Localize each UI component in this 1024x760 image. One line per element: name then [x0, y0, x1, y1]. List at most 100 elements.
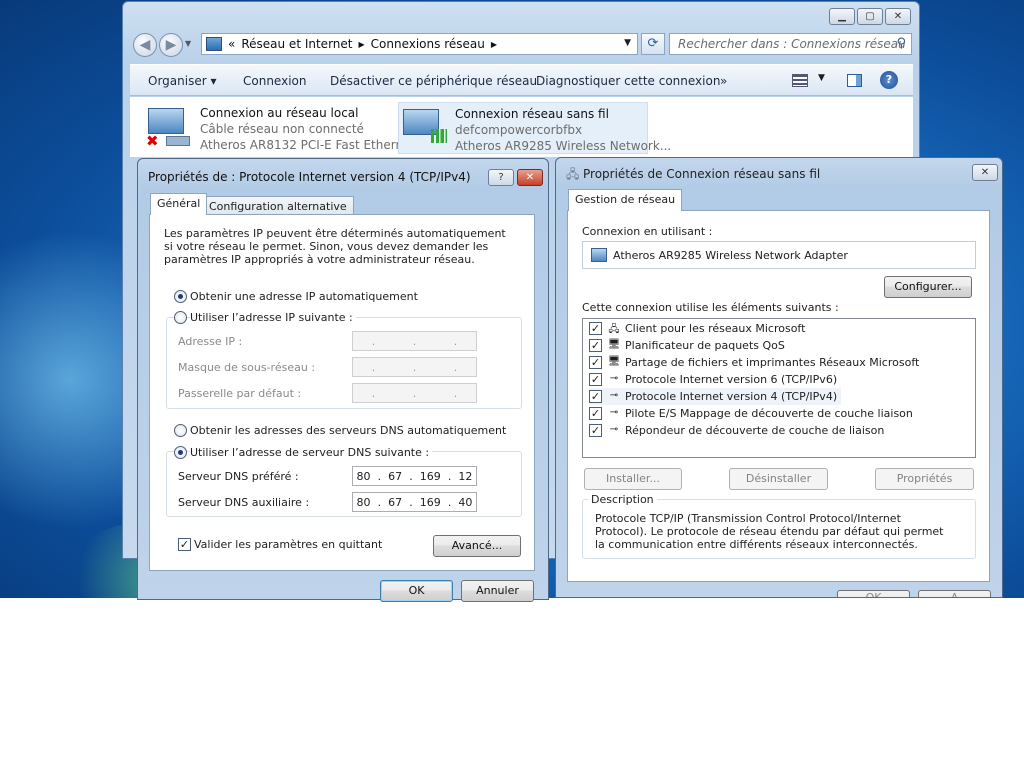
- network-dialog-icon: 🖧: [566, 167, 580, 181]
- connect-using-label: Connexion en utilisant :: [582, 225, 713, 238]
- breadcrumb-lead[interactable]: «: [228, 37, 235, 51]
- help-icon[interactable]: ?: [488, 169, 514, 186]
- validate-on-exit-checkbox[interactable]: ✓: [178, 538, 191, 551]
- tab-alternate-config[interactable]: Configuration alternative: [202, 196, 354, 216]
- tab-network-management[interactable]: Gestion de réseau: [568, 189, 683, 211]
- component-checkbox[interactable]: ✓: [589, 373, 602, 386]
- address-dropdown-icon[interactable]: ▼: [624, 38, 631, 48]
- close-icon[interactable]: ✕: [517, 169, 543, 186]
- connection-adapter: Atheros AR8132 PCI-E Fast Ethern...: [200, 138, 415, 152]
- properties-button[interactable]: Propriétés: [875, 468, 974, 490]
- connection-item-lan[interactable]: ✖ Connexion au réseau local Câble réseau…: [144, 102, 415, 154]
- connect-button[interactable]: Connexion: [243, 74, 307, 88]
- list-item[interactable]: ✓ 🖥 Planificateur de paquets QoS: [589, 337, 785, 354]
- refresh-icon[interactable]: ⟳: [641, 33, 665, 55]
- breadcrumb-item[interactable]: Réseau et Internet: [241, 37, 352, 51]
- protocol-icon: ⊸: [609, 423, 619, 435]
- address-bar[interactable]: « Réseau et Internet ▶ Connexions réseau…: [201, 33, 638, 55]
- ip-address-field[interactable]: ...: [352, 331, 477, 351]
- organize-button[interactable]: Organiser ▾: [148, 74, 217, 88]
- preferred-dns-label: Serveur DNS préféré :: [178, 470, 299, 483]
- list-item[interactable]: ✓ 🖧 Client pour les réseaux Microsoft: [589, 320, 805, 337]
- list-item-selected[interactable]: ✓ ⊸ Protocole Internet version 4 (TCP/IPv4…: [589, 388, 842, 405]
- components-list: ✓ 🖧 Client pour les réseaux Microsoft ✓ 🖥 Pl…: [582, 318, 976, 458]
- manual-dns-radio[interactable]: [174, 446, 187, 459]
- cancel-button[interactable]: A: [918, 590, 991, 597]
- connection-name: Connexion réseau sans fil: [455, 107, 609, 121]
- component-checkbox[interactable]: ✓: [589, 339, 602, 352]
- ok-button[interactable]: OK: [837, 590, 910, 597]
- disable-device-button[interactable]: Désactiver ce périphérique réseau: [330, 74, 537, 88]
- ip-address-label: Adresse IP :: [178, 335, 243, 348]
- manual-dns-label[interactable]: Utiliser l’adresse de serveur DNS suivan…: [190, 446, 433, 459]
- uninstall-button[interactable]: Désinstaller: [729, 468, 828, 490]
- diagnose-button[interactable]: Diagnostiquer cette connexion: [536, 74, 720, 88]
- more-commands-button[interactable]: »: [720, 74, 727, 88]
- configure-button[interactable]: Configurer...: [884, 276, 972, 298]
- signal-bars-icon: [431, 129, 447, 143]
- gateway-field[interactable]: ...: [352, 383, 477, 403]
- tab-general[interactable]: Général: [150, 193, 208, 215]
- ok-button[interactable]: OK: [380, 580, 453, 602]
- maximize-icon[interactable]: ▢: [857, 8, 883, 25]
- items-label: Cette connexion utilise les éléments sui…: [582, 301, 839, 314]
- preferred-dns-field[interactable]: 80. 67. 169. 12: [352, 466, 477, 486]
- list-item[interactable]: ✓ ⊸ Répondeur de découverte de couche de l…: [589, 422, 884, 439]
- general-tab-panel: Les paramètres IP peuvent être déterminé…: [149, 214, 535, 571]
- close-icon[interactable]: ✕: [972, 164, 998, 181]
- network-folder-icon: [206, 37, 222, 51]
- description-label: Description: [588, 493, 657, 506]
- view-options-icon[interactable]: [792, 74, 808, 87]
- adapter-name: Atheros AR9285 Wireless Network Adapter: [613, 249, 848, 262]
- breadcrumb-separator-icon[interactable]: ▶: [358, 40, 364, 49]
- view-dropdown-icon[interactable]: ▼: [818, 73, 825, 83]
- connection-name: Connexion au réseau local: [200, 106, 359, 120]
- protocol-icon: ⊸: [609, 406, 619, 418]
- alternate-dns-label: Serveur DNS auxiliaire :: [178, 496, 310, 509]
- component-label: Répondeur de découverte de couche de lia…: [625, 424, 885, 437]
- breadcrumb-separator-icon[interactable]: ▶: [491, 40, 497, 49]
- network-cable-icon: [166, 136, 190, 146]
- list-item[interactable]: ✓ 🖥 Partage de fichiers et imprimantes Rés…: [589, 354, 919, 371]
- search-icon[interactable]: ⚲: [896, 36, 906, 51]
- auto-dns-label[interactable]: Obtenir les adresses des serveurs DNS au…: [190, 424, 506, 437]
- alternate-dns-field[interactable]: 80. 67. 169. 40: [352, 492, 477, 512]
- component-checkbox[interactable]: ✓: [589, 390, 602, 403]
- auto-ip-label[interactable]: Obtenir une adresse IP automatiquement: [190, 290, 418, 303]
- search-input[interactable]: Rechercher dans : Connexions réseau ⚲: [669, 33, 912, 55]
- disconnected-x-icon: ✖: [146, 132, 159, 150]
- service-icon: 🖥: [607, 338, 621, 350]
- connection-status: defcompowercorbfbx: [455, 123, 583, 137]
- manual-ip-label[interactable]: Utiliser l’adresse IP suivante :: [190, 311, 356, 324]
- history-chevron-icon[interactable]: ▼: [185, 39, 191, 48]
- minimize-icon[interactable]: ▁: [829, 8, 855, 25]
- list-item[interactable]: ✓ ⊸ Pilote E/S Mappage de découverte de co…: [589, 405, 913, 422]
- cancel-button[interactable]: Annuler: [461, 580, 534, 602]
- forward-icon[interactable]: ▶: [159, 33, 183, 57]
- back-icon[interactable]: ◀: [133, 33, 157, 57]
- list-item[interactable]: ✓ ⊸ Protocole Internet version 6 (TCP/IPv6…: [589, 371, 837, 388]
- preview-pane-icon[interactable]: [847, 74, 862, 87]
- adapter-field: Atheros AR9285 Wireless Network Adapter: [582, 241, 976, 269]
- auto-ip-radio[interactable]: [174, 290, 187, 303]
- subnet-mask-field[interactable]: ...: [352, 357, 477, 377]
- manual-ip-radio[interactable]: [174, 311, 187, 324]
- connection-adapter: Atheros AR9285 Wireless Network...: [455, 139, 672, 153]
- component-label: Pilote E/S Mappage de découverte de couc…: [625, 407, 913, 420]
- component-checkbox[interactable]: ✓: [589, 424, 602, 437]
- network-client-icon: 🖧: [608, 323, 620, 335]
- auto-dns-radio[interactable]: [174, 424, 187, 437]
- breadcrumb-item[interactable]: Connexions réseau: [371, 37, 485, 51]
- validate-on-exit-label[interactable]: Valider les paramètres en quittant: [194, 538, 382, 551]
- close-icon[interactable]: ✕: [885, 8, 911, 25]
- advanced-button[interactable]: Avancé...: [433, 535, 521, 557]
- component-checkbox[interactable]: ✓: [589, 356, 602, 369]
- help-icon[interactable]: ?: [880, 71, 898, 89]
- connection-item-wifi[interactable]: Connexion réseau sans fil defcompowercor…: [398, 102, 671, 154]
- component-checkbox[interactable]: ✓: [589, 322, 602, 335]
- service-icon: 🖥: [607, 355, 621, 367]
- install-button[interactable]: Installer...: [584, 468, 682, 490]
- component-label: Partage de fichiers et imprimantes Résea…: [625, 356, 920, 369]
- component-checkbox[interactable]: ✓: [589, 407, 602, 420]
- connection-status: Câble réseau non connecté: [200, 122, 364, 136]
